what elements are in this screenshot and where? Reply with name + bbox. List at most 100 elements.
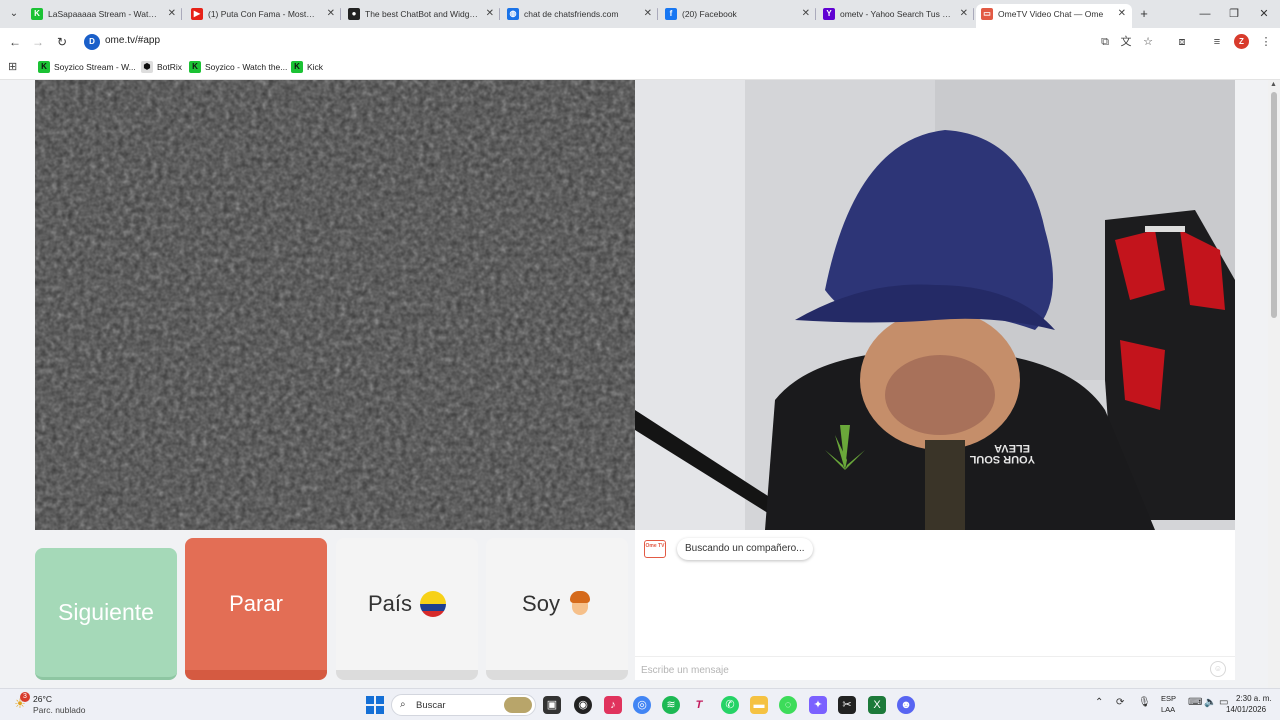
tray-chevron-icon[interactable]: ⌃ — [1095, 697, 1103, 708]
chat-panel: Ome TV Buscando un compañero... ☺ — [635, 530, 1235, 680]
network-icon[interactable]: ⌨ — [1188, 697, 1202, 708]
weather-temperature[interactable]: 26°C — [33, 694, 52, 704]
tab-title: OmeTV Video Chat — Ome — [998, 9, 1104, 19]
forward-icon[interactable]: → — [29, 33, 47, 51]
excel-icon[interactable]: X — [868, 696, 886, 714]
obs-icon[interactable]: ◉ — [574, 696, 592, 714]
tab-separator — [657, 8, 658, 20]
address-text[interactable]: ome.tv/#app — [105, 35, 160, 46]
chat-status-message: Buscando un compañero... — [677, 538, 813, 560]
file-explorer-icon[interactable]: ▬ — [750, 696, 768, 714]
tiktok-icon[interactable]: ♪ — [604, 696, 622, 714]
bookmark-label: Soyzico Stream - W... — [54, 62, 136, 72]
microphone-icon[interactable]: 🎙 — [1138, 697, 1151, 708]
capcut-icon[interactable]: ✂ — [838, 696, 856, 714]
browser-tab[interactable]: ● The best ChatBot and Widgets ✕ — [343, 4, 500, 28]
chat-message-input[interactable] — [641, 662, 1201, 678]
browser-tab[interactable]: ◍ chat de chatsfriends.com ✕ — [502, 4, 658, 28]
address-bar[interactable]: D ome.tv/#app — [80, 31, 1085, 53]
discord-icon[interactable]: ☻ — [897, 696, 915, 714]
close-tab-icon[interactable]: ✕ — [802, 4, 810, 24]
task-view-icon[interactable]: ▣ — [543, 696, 561, 714]
weather-badge: 3 — [20, 692, 30, 702]
close-tab-icon[interactable]: ✕ — [644, 4, 652, 24]
site-info-icon[interactable]: D — [84, 34, 100, 50]
weather-description[interactable]: Parc. nublado — [33, 705, 85, 715]
stop-button[interactable]: Parar — [185, 538, 327, 680]
app-icon[interactable]: ✦ — [809, 696, 827, 714]
bookmarks-bar: ⊞ K Soyzico Stream - W... ⬢ BotRix K Soyzico … — [0, 56, 1280, 80]
cast-icon[interactable]: ⧉ — [1097, 34, 1113, 50]
windows-start-icon[interactable] — [366, 696, 384, 714]
next-button-label: Siguiente — [58, 599, 154, 625]
close-tab-icon[interactable]: ✕ — [168, 4, 176, 24]
bookmark-item[interactable]: K Soyzico - Watch the... — [189, 61, 287, 75]
whatsapp-icon[interactable]: ✆ — [721, 696, 739, 714]
taskbar-search[interactable]: ⌕ Buscar — [391, 694, 536, 716]
chat-input-row: ☺ — [635, 656, 1235, 680]
search-icon: ⌕ — [400, 699, 406, 710]
close-tab-icon[interactable]: ✕ — [486, 4, 494, 24]
clock-date[interactable]: 14/01/2026 — [1226, 705, 1266, 714]
kick-icon: K — [31, 8, 43, 20]
close-tab-icon[interactable]: ✕ — [327, 4, 335, 24]
tab-search-icon[interactable]: ⌄ — [4, 4, 24, 24]
spotify-icon[interactable]: ≋ — [662, 696, 680, 714]
apps-grid-icon[interactable]: ⊞ — [8, 61, 20, 73]
menu-icon[interactable]: ⋮ — [1258, 34, 1274, 50]
scroll-thumb[interactable] — [1271, 92, 1277, 318]
taskbar-search-label: Buscar — [416, 700, 446, 711]
reload-icon[interactable]: ↻ — [53, 33, 71, 51]
tab-strip: ⌄ K LaSapaaaaa Stream - Watch Liv ✕ ▶ (1) Pu… — [0, 0, 1280, 28]
bookmark-star-icon[interactable]: ☆ — [1140, 34, 1156, 50]
gender-filter-button[interactable]: Soy — [486, 538, 628, 680]
bookmark-item[interactable]: K Kick — [291, 61, 323, 75]
browser-tab[interactable]: ▭ OmeTV Video Chat — Ome ✕ — [976, 4, 1132, 28]
yahoo-icon: Y — [823, 8, 835, 20]
input-language[interactable]: ESP — [1161, 694, 1176, 703]
tab-title: (1) Puta Con Fama - Mosta Ma — [208, 9, 326, 19]
restore-icon[interactable]: ❐ — [1224, 5, 1244, 23]
browser-tab[interactable]: K LaSapaaaaa Stream - Watch Liv ✕ — [26, 4, 182, 28]
line-icon[interactable]: ◌ — [779, 696, 797, 714]
close-tab-icon[interactable]: ✕ — [1118, 4, 1126, 24]
browser-toolbar: ← → ↻ D ome.tv/#app ⧉ 文 ☆ ⧈ ≡ Z ⋮ — [0, 28, 1280, 56]
bookmark-item[interactable]: ⬢ BotRix — [141, 61, 182, 75]
browser-tab[interactable]: ▶ (1) Puta Con Fama - Mosta Ma ✕ — [186, 4, 341, 28]
svg-text:YOUR SOUL: YOUR SOUL — [969, 453, 1035, 465]
kick-icon: K — [291, 61, 303, 73]
self-video: ELEVA YOUR SOUL — [635, 80, 1235, 530]
bookmark-label: Soyzico - Watch the... — [205, 62, 288, 72]
profile-avatar[interactable]: Z — [1234, 34, 1249, 49]
back-icon[interactable]: ← — [6, 33, 24, 51]
close-tab-icon[interactable]: ✕ — [960, 4, 968, 24]
extensions-icon[interactable]: ⧈ — [1174, 34, 1190, 50]
volume-icon[interactable]: 🔈 — [1204, 697, 1216, 708]
country-filter-button[interactable]: País — [336, 538, 478, 680]
browser-tab[interactable]: f (20) Facebook ✕ — [660, 4, 816, 28]
country-button-label: País — [367, 591, 413, 616]
windows-taskbar: ☀ 3 26°C Parc. nublado ⌕ Buscar ▣ ◉ ♪ ◎ … — [0, 688, 1280, 720]
ometv-page: ELEVA YOUR SOUL Siguiente Parar País Soy… — [0, 80, 1280, 698]
input-layout[interactable]: LAA — [1161, 705, 1175, 714]
translate-icon[interactable]: 文 — [1118, 34, 1134, 50]
gender-button-label: Soy — [522, 591, 560, 616]
emoji-icon[interactable]: ☺ — [1210, 661, 1226, 677]
tab-title: LaSapaaaaa Stream - Watch Liv — [48, 9, 171, 19]
new-tab-button[interactable]: + — [1137, 5, 1151, 23]
scroll-up-icon[interactable]: ▲ — [1270, 81, 1277, 88]
browser-tab[interactable]: Yometv - Yahoo Search Tus resu ✕ — [818, 4, 974, 28]
typora-icon[interactable]: T — [690, 696, 708, 714]
tray-sync-icon[interactable]: ⟳ — [1116, 697, 1124, 708]
close-window-icon[interactable]: ✕ — [1254, 5, 1274, 23]
partner-video — [35, 80, 635, 530]
media-control-icon[interactable]: ≡ — [1209, 34, 1225, 50]
clock-time[interactable]: 2:30 a. m. — [1236, 694, 1272, 703]
minimize-icon[interactable]: — — [1195, 5, 1215, 23]
bookmark-item[interactable]: K Soyzico Stream - W... — [38, 61, 136, 75]
bookmark-label: Kick — [307, 62, 324, 72]
static-noise-video — [35, 80, 635, 530]
chrome-icon[interactable]: ◎ — [633, 696, 651, 714]
page-scrollbar[interactable]: ▲ — [1268, 80, 1280, 688]
next-button[interactable]: Siguiente — [35, 548, 177, 680]
